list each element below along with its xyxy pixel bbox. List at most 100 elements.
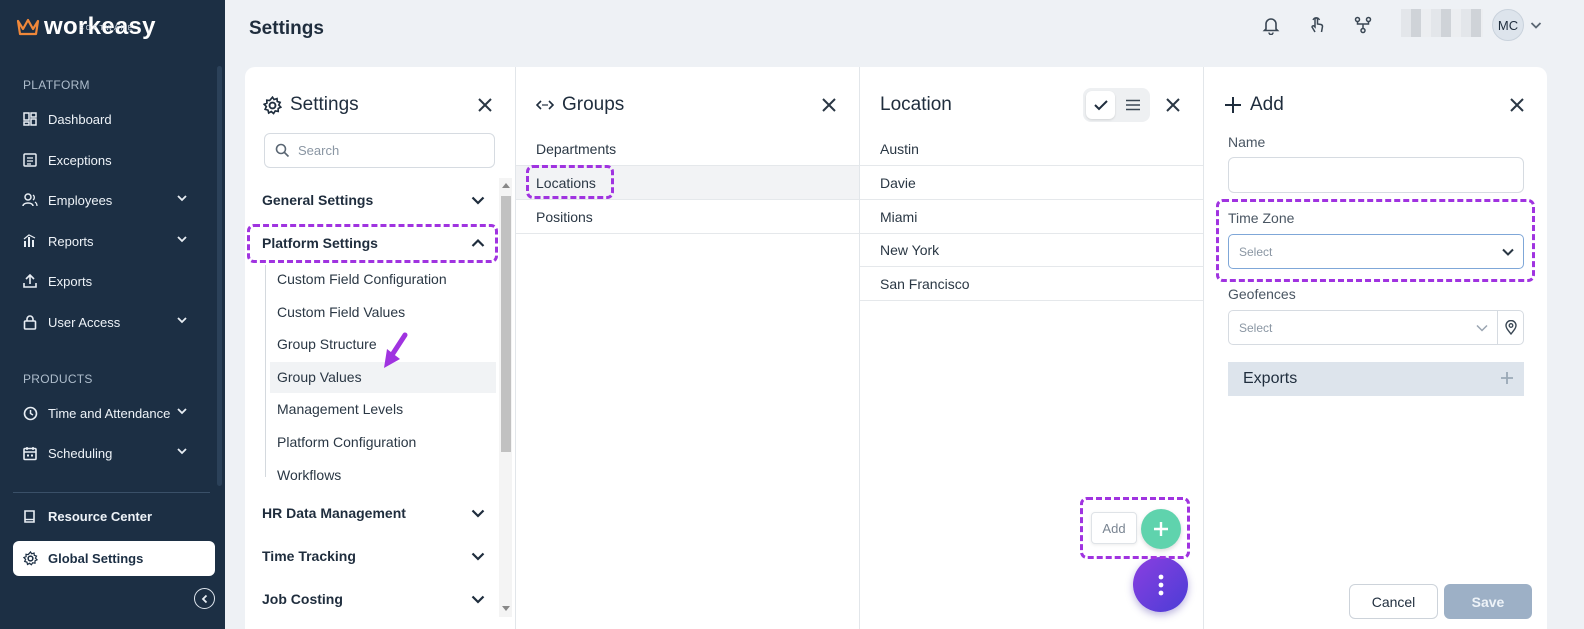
location-row-austin[interactable]: Austin bbox=[860, 132, 1203, 166]
sidebar-divider bbox=[13, 492, 210, 493]
panel-divider bbox=[1203, 67, 1204, 629]
list-view-button[interactable] bbox=[1118, 91, 1147, 119]
close-icon bbox=[822, 98, 836, 112]
save-button[interactable]: Save bbox=[1444, 584, 1532, 619]
time-zone-placeholder: Select bbox=[1239, 244, 1273, 259]
search-input[interactable] bbox=[298, 143, 478, 158]
sidebar-item-time-and-attendance[interactable]: Time and Attendance bbox=[22, 401, 192, 425]
panel-title-text: Add bbox=[1250, 94, 1284, 115]
panel-title-text: Settings bbox=[290, 94, 359, 115]
settings-item-group-values[interactable]: Group Values bbox=[277, 369, 362, 385]
chevron-down-icon[interactable] bbox=[1529, 18, 1543, 32]
crown-logo-icon bbox=[16, 18, 40, 36]
group-row-departments[interactable]: Departments bbox=[516, 132, 859, 166]
chevron-left-icon bbox=[201, 594, 207, 603]
scroll-up-arrow-icon[interactable] bbox=[502, 183, 510, 188]
touch-icon[interactable] bbox=[1307, 15, 1327, 35]
settings-item-custom-field-values[interactable]: Custom Field Values bbox=[277, 304, 405, 320]
sidebar-item-label: Exports bbox=[48, 273, 93, 289]
close-add-button[interactable] bbox=[1508, 96, 1526, 114]
chevron-up-icon bbox=[471, 238, 485, 247]
close-settings-button[interactable] bbox=[476, 96, 494, 114]
sidebar-item-reports[interactable]: Reports bbox=[22, 229, 192, 253]
location-label: Miami bbox=[880, 208, 918, 225]
location-row-new-york[interactable]: New York bbox=[860, 233, 1203, 267]
sidebar-item-employees[interactable]: Employees bbox=[22, 188, 192, 212]
sidebar-item-label: Employees bbox=[48, 192, 113, 208]
chevron-down-icon bbox=[177, 448, 187, 455]
settings-item-group-structure[interactable]: Group Structure bbox=[277, 336, 377, 352]
category-hr-data-management[interactable]: HR Data Management bbox=[262, 501, 492, 525]
add-location-button[interactable] bbox=[1141, 509, 1181, 549]
chevron-down-icon bbox=[471, 595, 485, 604]
avatar[interactable]: MC bbox=[1492, 9, 1524, 41]
add-tooltip-label[interactable]: Add bbox=[1091, 512, 1137, 544]
scroll-down-arrow-icon[interactable] bbox=[502, 606, 510, 611]
plus-icon bbox=[1501, 372, 1513, 384]
plus-icon bbox=[1224, 96, 1242, 114]
gear-icon bbox=[23, 551, 38, 566]
location-row-miami[interactable]: Miami bbox=[860, 200, 1203, 234]
avatar-initials: MC bbox=[1497, 17, 1519, 33]
category-time-tracking[interactable]: Time Tracking bbox=[262, 544, 492, 568]
close-groups-button[interactable] bbox=[820, 96, 838, 114]
check-view-button[interactable] bbox=[1086, 91, 1115, 119]
sidebar-item-exceptions[interactable]: Exceptions bbox=[22, 148, 192, 172]
settings-scrollbar-thumb[interactable] bbox=[501, 196, 511, 452]
exports-accordion[interactable]: Exports bbox=[1228, 362, 1524, 396]
geofence-map-button[interactable] bbox=[1497, 310, 1524, 345]
group-row-positions[interactable]: Positions bbox=[516, 200, 859, 234]
location-label: New York bbox=[880, 241, 940, 258]
close-icon bbox=[478, 98, 492, 112]
code-arrows-icon bbox=[536, 99, 554, 111]
location-row-san-francisco[interactable]: San Francisco bbox=[860, 267, 1203, 301]
cancel-button[interactable]: Cancel bbox=[1349, 584, 1438, 619]
group-row-locations[interactable]: Locations bbox=[516, 166, 859, 200]
group-label: Locations bbox=[536, 174, 596, 191]
brand-sub: SOFTWARE bbox=[79, 25, 135, 32]
settings-item-workflows[interactable]: Workflows bbox=[277, 467, 341, 483]
category-platform-settings[interactable]: Platform Settings bbox=[262, 231, 492, 255]
sidebar-item-scheduling[interactable]: Scheduling bbox=[22, 441, 192, 465]
employees-icon bbox=[22, 192, 38, 208]
sidebar-item-user-access[interactable]: User Access bbox=[22, 310, 192, 334]
name-field[interactable] bbox=[1228, 157, 1524, 193]
more-vertical-icon bbox=[1158, 574, 1163, 595]
location-label: Davie bbox=[880, 174, 916, 191]
chevron-down-icon bbox=[177, 317, 187, 324]
sidebar-item-label: Global Settings bbox=[48, 551, 144, 566]
sidebar-item-global-settings[interactable]: Global Settings bbox=[13, 541, 215, 576]
reports-icon bbox=[22, 233, 38, 249]
more-actions-button[interactable] bbox=[1133, 557, 1188, 612]
sidebar-item-dashboard[interactable]: Dashboard bbox=[22, 107, 192, 131]
bell-icon[interactable] bbox=[1261, 15, 1281, 35]
sidebar-scrollbar[interactable] bbox=[217, 66, 222, 486]
close-icon bbox=[1166, 98, 1180, 112]
view-toggle bbox=[1083, 88, 1150, 122]
category-general-settings[interactable]: General Settings bbox=[262, 188, 492, 212]
chevron-down-icon bbox=[471, 196, 485, 205]
category-label: Platform Settings bbox=[262, 235, 378, 251]
category-job-costing[interactable]: Job Costing bbox=[262, 587, 492, 611]
exports-label: Exports bbox=[1243, 370, 1298, 387]
gear-icon bbox=[263, 95, 282, 115]
location-row-davie[interactable]: Davie bbox=[860, 166, 1203, 200]
geofences-select[interactable]: Select bbox=[1228, 310, 1498, 345]
settings-item-custom-field-configuration[interactable]: Custom Field Configuration bbox=[277, 271, 447, 287]
dashboard-icon bbox=[22, 111, 38, 127]
settings-panel-title: Settings bbox=[263, 94, 359, 116]
plus-icon bbox=[1154, 522, 1168, 536]
close-location-button[interactable] bbox=[1164, 96, 1182, 114]
workflow-icon[interactable] bbox=[1353, 15, 1373, 35]
book-icon bbox=[22, 508, 38, 524]
group-label: Departments bbox=[536, 140, 617, 157]
time-zone-select[interactable]: Select bbox=[1228, 234, 1524, 269]
chevron-down-icon bbox=[177, 408, 187, 415]
name-label: Name bbox=[1228, 134, 1266, 150]
settings-search[interactable] bbox=[264, 133, 495, 168]
sidebar-item-exports[interactable]: Exports bbox=[22, 269, 192, 293]
collapse-sidebar-button[interactable] bbox=[194, 588, 215, 609]
settings-item-platform-configuration[interactable]: Platform Configuration bbox=[277, 434, 416, 450]
sidebar-item-resource-center[interactable]: Resource Center bbox=[22, 504, 192, 528]
settings-item-management-levels[interactable]: Management Levels bbox=[277, 401, 403, 417]
